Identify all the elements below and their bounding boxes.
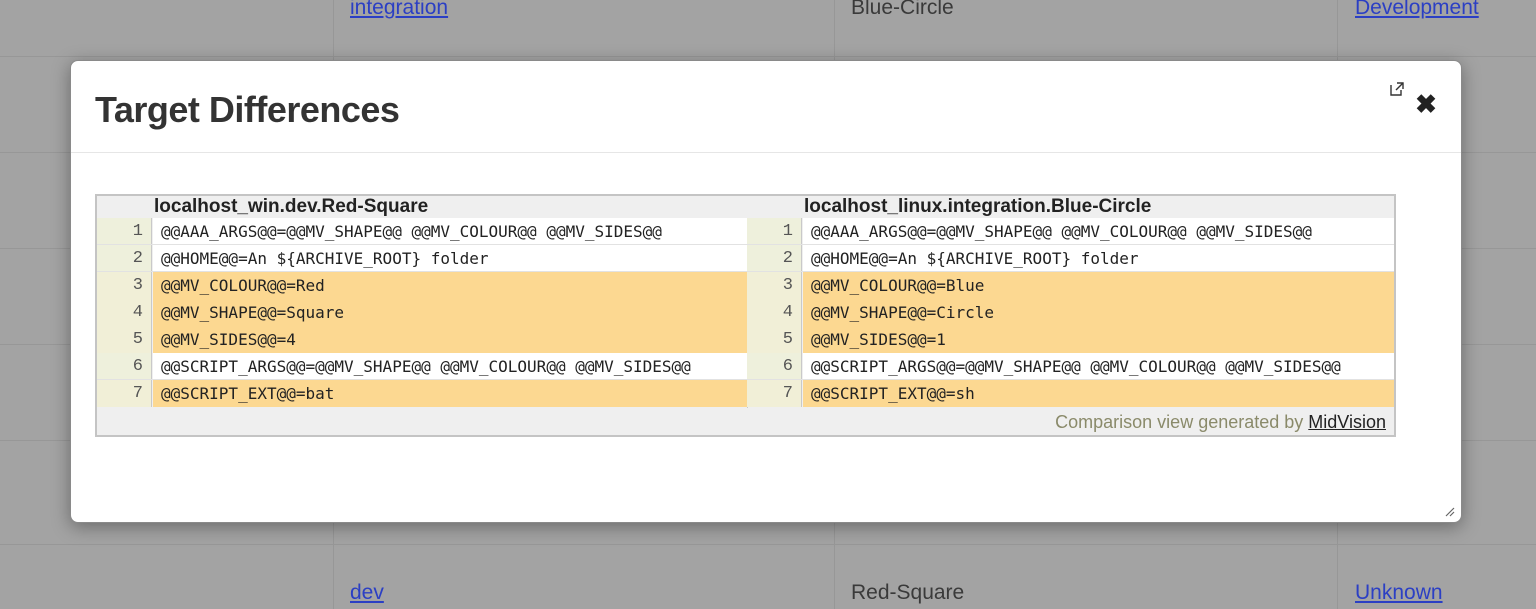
line-content: @@SCRIPT_EXT@@=sh xyxy=(803,380,1394,407)
diff-line: 4 @@MV_SHAPE@@=Square xyxy=(97,299,747,326)
line-number: 1 xyxy=(747,218,802,244)
diff-line: 7 @@SCRIPT_EXT@@=sh xyxy=(747,380,1394,407)
diff-line: 6 @@SCRIPT_ARGS@@=@@MV_SHAPE@@ @@MV_COLOU… xyxy=(747,353,1394,380)
line-content: @@MV_COLOUR@@=Blue xyxy=(803,272,1394,299)
external-window-icon[interactable] xyxy=(1389,81,1405,97)
midvision-link[interactable]: MidVision xyxy=(1308,412,1386,432)
line-number: 7 xyxy=(97,380,152,407)
line-content: @@MV_SIDES@@=4 xyxy=(153,326,747,353)
diff-line: 3 @@MV_COLOUR@@=Red xyxy=(97,272,747,299)
line-content: @@MV_SIDES@@=1 xyxy=(803,326,1394,353)
environment-link[interactable]: dev xyxy=(350,581,384,605)
left-diff-pane: 1 @@AAA_ARGS@@=@@MV_SHAPE@@ @@MV_COLOUR@@… xyxy=(97,218,748,408)
line-number: 3 xyxy=(97,272,152,299)
line-content: @@SCRIPT_EXT@@=bat xyxy=(153,380,747,407)
dialog-header: Target Differences ✖ xyxy=(71,61,1461,153)
status-link[interactable]: Development xyxy=(1355,0,1479,20)
close-icon[interactable]: ✖ xyxy=(1415,91,1437,117)
resize-grip-icon[interactable] xyxy=(1443,504,1455,517)
diff-line: 2 @@HOME@@=An ${ARCHIVE_ROOT} folder xyxy=(747,245,1394,272)
table-row-divider xyxy=(0,544,1536,545)
right-diff-pane: 1 @@AAA_ARGS@@=@@MV_SHAPE@@ @@MV_COLOUR@@… xyxy=(747,218,1394,408)
line-number: 6 xyxy=(97,353,152,379)
right-pane-header: localhost_linux.integration.Blue-Circle xyxy=(804,196,1152,217)
line-content: @@SCRIPT_ARGS@@=@@MV_SHAPE@@ @@MV_COLOUR… xyxy=(153,353,747,379)
diff-line: 6 @@SCRIPT_ARGS@@=@@MV_SHAPE@@ @@MV_COLOU… xyxy=(97,353,747,380)
environment-link[interactable]: integration xyxy=(350,0,448,20)
diff-line: 5 @@MV_SIDES@@=1 xyxy=(747,326,1394,353)
line-content: @@HOME@@=An ${ARCHIVE_ROOT} folder xyxy=(803,245,1394,271)
diff-line: 3 @@MV_COLOUR@@=Blue xyxy=(747,272,1394,299)
diff-line: 7 @@SCRIPT_EXT@@=bat xyxy=(97,380,747,407)
target-differences-dialog: Target Differences ✖ localhost_win.dev.R… xyxy=(70,60,1462,523)
line-number: 4 xyxy=(747,299,802,326)
diff-line: 5 @@MV_SIDES@@=4 xyxy=(97,326,747,353)
target-name: Blue-Circle xyxy=(851,0,954,19)
diff-line: 1 @@AAA_ARGS@@=@@MV_SHAPE@@ @@MV_COLOUR@@… xyxy=(747,218,1394,245)
line-content: @@AAA_ARGS@@=@@MV_SHAPE@@ @@MV_COLOUR@@ … xyxy=(153,218,747,244)
line-content: @@SCRIPT_ARGS@@=@@MV_SHAPE@@ @@MV_COLOUR… xyxy=(803,353,1394,379)
left-pane-header: localhost_win.dev.Red-Square xyxy=(154,196,429,217)
line-number: 2 xyxy=(97,245,152,271)
target-name: Red-Square xyxy=(851,581,965,604)
line-content: @@AAA_ARGS@@=@@MV_SHAPE@@ @@MV_COLOUR@@ … xyxy=(803,218,1394,244)
diff-line: 4 @@MV_SHAPE@@=Circle xyxy=(747,299,1394,326)
line-number: 6 xyxy=(747,353,802,379)
status-link[interactable]: Unknown xyxy=(1355,581,1443,605)
line-number: 1 xyxy=(97,218,152,244)
dialog-title: Target Differences xyxy=(95,89,400,130)
line-content: @@MV_SHAPE@@=Square xyxy=(153,299,747,326)
diff-table: localhost_win.dev.Red-Square localhost_l… xyxy=(95,194,1396,437)
comparison-footer: Comparison view generated by MidVision xyxy=(1055,412,1386,433)
line-number: 5 xyxy=(97,326,152,353)
line-content: @@MV_SHAPE@@=Circle xyxy=(803,299,1394,326)
line-number: 5 xyxy=(747,326,802,353)
line-number: 7 xyxy=(747,380,802,407)
line-content: @@MV_COLOUR@@=Red xyxy=(153,272,747,299)
diff-line: 2 @@HOME@@=An ${ARCHIVE_ROOT} folder xyxy=(97,245,747,272)
diff-line: 1 @@AAA_ARGS@@=@@MV_SHAPE@@ @@MV_COLOUR@@… xyxy=(97,218,747,245)
line-number: 4 xyxy=(97,299,152,326)
line-number: 3 xyxy=(747,272,802,299)
footer-text: Comparison view generated by xyxy=(1055,412,1309,432)
line-number: 2 xyxy=(747,245,802,271)
table-row-divider xyxy=(0,56,1536,57)
line-content: @@HOME@@=An ${ARCHIVE_ROOT} folder xyxy=(153,245,747,271)
